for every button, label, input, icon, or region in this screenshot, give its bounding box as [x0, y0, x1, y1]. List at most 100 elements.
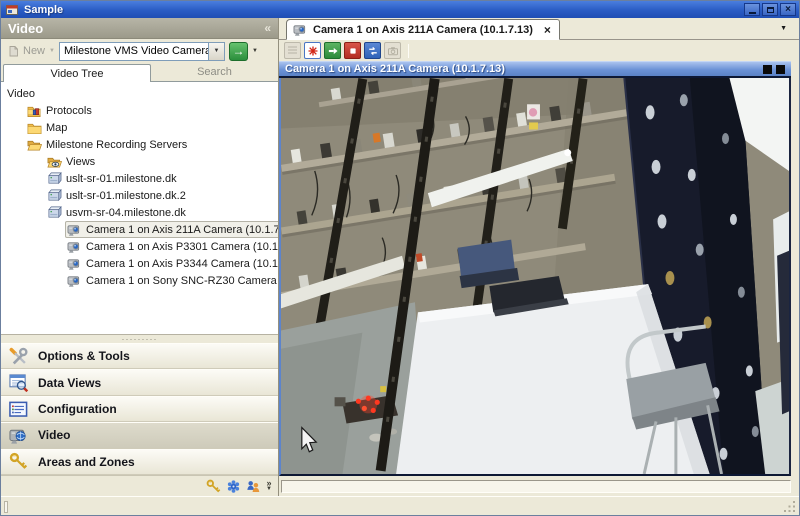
tree-item-label: Camera 1 on Axis P3344 Camera (10.1.7.85… — [86, 258, 278, 270]
folder-protocols-icon — [27, 103, 42, 118]
folder-icon — [27, 120, 42, 135]
tree-item-camera-axis-211a[interactable]: Camera 1 on Axis 211A Camera (10.1.7.13) — [65, 221, 278, 238]
accordion-label: Areas and Zones — [38, 455, 135, 469]
panel-toolbar: New ▼ Milestone VMS Video Camera ▼ → ▼ — [1, 39, 278, 63]
restore-icon — [767, 7, 774, 13]
start-button[interactable] — [324, 42, 341, 59]
tree-item-label: Video — [7, 88, 35, 100]
video-tile-header[interactable]: Camera 1 on Axis 211A Camera (10.1.7.13) — [279, 61, 791, 78]
app-icon — [6, 4, 18, 16]
chevron-down-icon: ▼ — [266, 486, 272, 492]
go-dropdown-caret[interactable]: ▼ — [252, 48, 258, 54]
panel-splitter[interactable]: ········· — [1, 334, 278, 343]
tree-item-map[interactable]: Map — [25, 119, 71, 136]
close-icon: × — [785, 5, 791, 14]
collapse-panel-icon[interactable]: « — [264, 21, 271, 35]
event-star-icon — [307, 45, 319, 57]
camera-icon — [67, 222, 82, 237]
folder-views-icon — [47, 154, 62, 169]
navigation-accordion: Options & Tools Data Views Configuration… — [1, 343, 278, 475]
camera-icon — [67, 256, 82, 271]
accordion-areas-zones[interactable]: Areas and Zones — [1, 449, 278, 475]
tree-item-label: Views — [66, 156, 95, 168]
tree-item-label: Camera 1 on Axis P3301 Camera (10.1.7.72… — [86, 241, 278, 253]
key-small-icon[interactable] — [206, 479, 221, 494]
video-header-buttons — [763, 65, 785, 74]
accordion-data-views[interactable]: Data Views — [1, 369, 278, 395]
people-icon[interactable] — [246, 479, 261, 494]
tab-list-caret-icon[interactable]: ▼ — [780, 25, 787, 32]
camera-type-value: Milestone VMS Video Camera — [60, 45, 208, 57]
camera-icon — [67, 239, 82, 254]
start-arrow-icon — [327, 45, 339, 57]
tree-item-label: Camera 1 on Sony SNC-RZ30 Camera (10.1.2… — [86, 275, 278, 287]
folder-open-icon — [27, 137, 42, 152]
accordion-label: Options & Tools — [38, 349, 130, 363]
accordion-overflow-bar: » ▼ — [1, 475, 278, 496]
camera-video-tile[interactable] — [279, 78, 791, 476]
tree-item-camera-sony-rz30[interactable]: Camera 1 on Sony SNC-RZ30 Camera (10.1.2… — [65, 272, 278, 289]
document-panel: Camera 1 on Axis 211A Camera (10.1.7.13)… — [279, 18, 799, 496]
tab-video-tree[interactable]: Video Tree — [3, 64, 151, 82]
panel-tabs: Video Tree Search — [1, 63, 278, 82]
right-panel-bottom-bar — [281, 480, 791, 493]
navigation-panel: Video « New ▼ Milestone VMS Video Camera… — [1, 18, 279, 496]
accordion-label: Configuration — [38, 402, 117, 416]
grid-view-button[interactable] — [284, 42, 301, 59]
tree-item-protocols[interactable]: Protocols — [25, 102, 96, 119]
camera-video-frame — [281, 78, 789, 474]
video-tile-title: Camera 1 on Axis 211A Camera (10.1.7.13) — [285, 63, 505, 75]
minimize-button[interactable] — [744, 3, 760, 16]
tree-item-recording-servers[interactable]: Milestone Recording Servers — [25, 136, 191, 153]
new-item-icon — [8, 45, 20, 57]
refresh-button[interactable] — [364, 42, 381, 59]
accordion-video[interactable]: Video — [1, 422, 278, 448]
tree-item-server-usvm-sr-04[interactable]: usvm-sr-04.milestone.dk — [45, 204, 190, 221]
stop-button[interactable] — [344, 42, 361, 59]
tree-item-camera-axis-p3344[interactable]: Camera 1 on Axis P3344 Camera (10.1.7.85… — [65, 255, 278, 272]
document-tab-label: Camera 1 on Axis 211A Camera (10.1.7.13) — [313, 24, 533, 36]
resize-grip[interactable] — [783, 500, 796, 513]
tree-item-label: usvm-sr-04.milestone.dk — [66, 207, 186, 219]
gear-blue-icon[interactable] — [226, 479, 241, 494]
event-button[interactable] — [304, 42, 321, 59]
video-indicator-square-1[interactable] — [763, 65, 772, 74]
tab-search[interactable]: Search — [151, 63, 278, 81]
new-dropdown-caret[interactable]: ▼ — [49, 48, 55, 54]
window-titlebar[interactable]: Sample × — [1, 1, 799, 18]
refresh-icon — [367, 45, 379, 57]
accordion-options-tools[interactable]: Options & Tools — [1, 343, 278, 369]
minimize-icon — [749, 12, 756, 14]
server-icon — [47, 171, 62, 186]
accordion-configuration[interactable]: Configuration — [1, 396, 278, 422]
new-button-label: New — [23, 45, 45, 57]
camera-document-tab[interactable]: Camera 1 on Axis 211A Camera (10.1.7.13)… — [286, 19, 560, 40]
new-button[interactable]: New — [5, 44, 48, 58]
panel-title: Video — [8, 21, 43, 36]
tree-item-video-root[interactable]: Video — [5, 85, 39, 102]
overflow-chevron-button[interactable]: » ▼ — [266, 480, 272, 492]
restore-button[interactable] — [762, 3, 778, 16]
tree-item-label: Protocols — [46, 105, 92, 117]
camera-type-combobox[interactable]: Milestone VMS Video Camera ▼ — [59, 42, 225, 61]
key-icon — [8, 452, 29, 471]
tree-item-label: Milestone Recording Servers — [46, 139, 187, 151]
configuration-icon — [8, 400, 29, 419]
close-tab-icon[interactable]: × — [544, 23, 551, 37]
video-indicator-square-2[interactable] — [776, 65, 785, 74]
tools-icon — [8, 347, 29, 366]
stop-icon — [347, 45, 359, 57]
status-bar — [1, 496, 799, 516]
camera-icon — [67, 273, 82, 288]
snapshot-button[interactable] — [384, 42, 401, 59]
tree-item-server-uslt-sr-01[interactable]: uslt-sr-01.milestone.dk — [45, 170, 181, 187]
statusbar-grip — [4, 501, 8, 513]
toolbar-separator — [408, 44, 409, 58]
tree-item-views[interactable]: Views — [45, 153, 99, 170]
tree-item-server-uslt-sr-01-2[interactable]: uslt-sr-01.milestone.dk.2 — [45, 187, 190, 204]
close-button[interactable]: × — [780, 3, 796, 16]
tree-item-camera-axis-p3301[interactable]: Camera 1 on Axis P3301 Camera (10.1.7.72… — [65, 238, 278, 255]
go-button[interactable]: → — [229, 42, 248, 61]
document-tab-row: Camera 1 on Axis 211A Camera (10.1.7.13)… — [279, 18, 799, 40]
combobox-dropdown-button[interactable]: ▼ — [208, 43, 224, 60]
